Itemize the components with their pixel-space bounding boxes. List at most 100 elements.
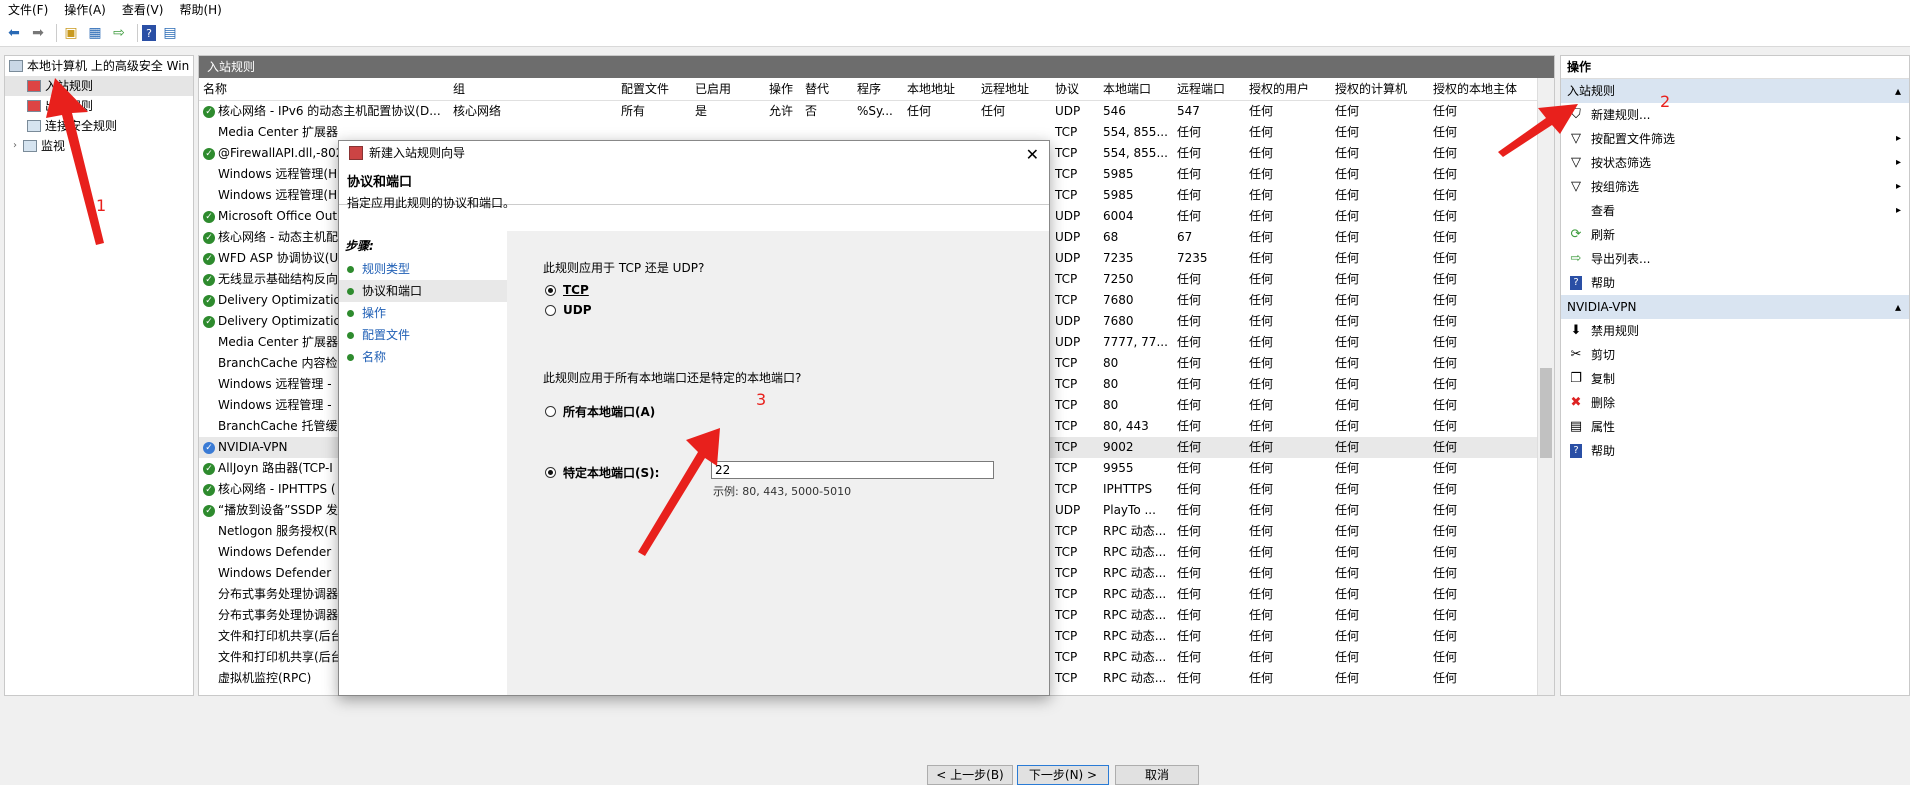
step-label: 协议和端口: [362, 284, 423, 298]
action-item[interactable]: ✖ 删除: [1561, 391, 1909, 415]
radio-unselected-icon[interactable]: [545, 406, 556, 417]
cell-proto: TCP: [1055, 650, 1078, 664]
cell-acomp: 任何: [1335, 209, 1360, 223]
menu-view[interactable]: 查看(V): [114, 0, 172, 20]
action-item[interactable]: ▽ 按配置文件筛选 ▸: [1561, 127, 1909, 151]
cell-auser: 任何: [1249, 356, 1274, 370]
table-row[interactable]: ✓ 核心网络 - IPv6 的动态主机配置协议(D... 核心网络 所有 是 允许否 %Sy…: [199, 101, 1554, 122]
annotation-number-1: 1: [96, 196, 107, 215]
column-header[interactable]: 远程地址: [977, 78, 1051, 100]
tree-item-monitoring[interactable]: › 监视: [5, 136, 193, 156]
inbound-rules-icon: [27, 80, 41, 92]
actions-pane: 操作 入站规则 ▴ ⛉ 新建规则... ▽ 按配置文件筛选 ▸ ▽ 按状态筛选 ▸ ▽ 按组筛选 ▸…: [1560, 55, 1910, 696]
action-item[interactable]: ▽ 按组筛选 ▸: [1561, 175, 1909, 199]
vertical-scrollbar[interactable]: [1537, 78, 1554, 695]
action-item[interactable]: ⇨ 导出列表...: [1561, 247, 1909, 271]
rule-name: Windows 远程管理(H: [218, 167, 338, 181]
column-header[interactable]: 远程端口: [1173, 78, 1245, 100]
action-item[interactable]: ⟳ 刷新: [1561, 223, 1909, 247]
back-arrow-icon[interactable]: ⬅: [4, 23, 24, 43]
cancel-button[interactable]: 取消: [1115, 765, 1199, 785]
show-hide-tree-icon[interactable]: ▦: [85, 23, 105, 43]
cell-acomp: 任何: [1335, 566, 1360, 580]
forward-arrow-icon[interactable]: ➡: [28, 23, 48, 43]
column-header[interactable]: 名称: [199, 78, 449, 100]
column-header[interactable]: 授权的计算机: [1331, 78, 1429, 100]
back-button[interactable]: < 上一步(B): [927, 765, 1013, 785]
specific-local-ports-radio[interactable]: 特定本地端口(S):: [545, 464, 659, 481]
radio-selected-icon[interactable]: [545, 467, 556, 478]
column-header[interactable]: 配置文件: [617, 78, 691, 100]
column-header[interactable]: 程序: [853, 78, 903, 100]
action-item[interactable]: ? 帮助: [1561, 439, 1909, 463]
rule-name: Windows Defender: [218, 545, 332, 559]
monitoring-icon: [23, 140, 37, 152]
cell-aprin: 任何: [1433, 587, 1458, 601]
menu-action[interactable]: 操作(A): [56, 0, 114, 20]
column-header[interactable]: 组: [449, 78, 617, 100]
cell-proto: TCP: [1055, 356, 1078, 370]
action-item[interactable]: ▽ 按状态筛选 ▸: [1561, 151, 1909, 175]
close-icon[interactable]: ✕: [1026, 143, 1039, 167]
menu-help[interactable]: 帮助(H): [171, 0, 229, 20]
next-button[interactable]: 下一步(N) >: [1017, 765, 1109, 785]
column-header[interactable]: 替代: [801, 78, 853, 100]
action-item[interactable]: ⛉ 新建规则...: [1561, 103, 1909, 127]
collapse-icon[interactable]: ▴: [1895, 295, 1901, 319]
export-icon[interactable]: ⇨: [109, 23, 129, 43]
cell-lport: 7680: [1103, 293, 1134, 307]
export-icon: ⇨: [1570, 251, 1582, 266]
scrollbar-thumb[interactable]: [1540, 368, 1552, 458]
action-item[interactable]: ▤ 属性: [1561, 415, 1909, 439]
action-item[interactable]: ✂ 剪切: [1561, 343, 1909, 367]
column-header[interactable]: 授权的本地主体: [1429, 78, 1539, 100]
action-label: 按配置文件筛选: [1591, 132, 1676, 146]
help-icon[interactable]: ?: [142, 25, 156, 41]
cell-remote: 任何: [981, 104, 1006, 118]
action-item[interactable]: ❐ 复制: [1561, 367, 1909, 391]
radio-selected-icon[interactable]: [545, 284, 556, 296]
cell-local: 任何: [907, 104, 932, 118]
action-pane-icon[interactable]: ▤: [160, 23, 180, 43]
action-label: 禁用规则: [1591, 324, 1640, 338]
step-protocol-and-ports[interactable]: 协议和端口: [339, 280, 507, 302]
rule-name: 核心网络 - 动态主机配: [218, 230, 338, 244]
radio-unselected-icon[interactable]: [545, 304, 556, 316]
column-header[interactable]: 本地地址: [903, 78, 977, 100]
action-item[interactable]: ? 帮助: [1561, 271, 1909, 295]
tree-item-connection-security-rules[interactable]: 连接安全规则: [5, 116, 193, 136]
action-item[interactable]: 查看 ▸: [1561, 199, 1909, 223]
step-name[interactable]: 名称: [339, 346, 507, 368]
cell-lport: 80: [1103, 377, 1119, 391]
tree-item-outbound-rules[interactable]: 出站规则: [5, 96, 193, 116]
wizard-content: 此规则应用于 TCP 还是 UDP? TCP UDP 此规则应用于所有本地端口还…: [507, 231, 1199, 785]
menu-file[interactable]: 文件(F): [0, 0, 56, 20]
column-header[interactable]: 本地端口: [1099, 78, 1173, 100]
cell-acomp: 任何: [1335, 524, 1360, 538]
column-header[interactable]: 协议: [1051, 78, 1099, 100]
column-header[interactable]: 操作: [765, 78, 801, 100]
step-action[interactable]: 操作: [339, 302, 507, 324]
up-folder-icon[interactable]: ▣: [61, 23, 81, 43]
tree-item-inbound-rules[interactable]: 入站规则: [5, 76, 193, 96]
all-local-ports-radio[interactable]: 所有本地端口(A): [545, 403, 655, 420]
cell-auser: 任何: [1249, 293, 1274, 307]
action-item[interactable]: ⬇ 禁用规则: [1561, 319, 1909, 343]
tree-root[interactable]: 本地计算机 上的高级安全 Win: [5, 56, 193, 76]
column-header[interactable]: 授权的用户: [1245, 78, 1331, 100]
actions-section-inbound-rules[interactable]: 入站规则 ▴: [1561, 79, 1909, 103]
specific-ports-input[interactable]: 22: [711, 461, 994, 479]
step-profile[interactable]: 配置文件: [339, 324, 507, 346]
expand-chevron-icon[interactable]: ›: [13, 136, 17, 156]
column-header[interactable]: 已启用: [691, 78, 765, 100]
cell-lport: 68: [1103, 230, 1119, 244]
cell-proto: TCP: [1055, 167, 1078, 181]
cell-lport: RPC 动态...: [1103, 566, 1167, 580]
step-rule-type[interactable]: 规则类型: [339, 258, 507, 280]
collapse-icon[interactable]: ▴: [1895, 79, 1901, 103]
tcp-radio[interactable]: TCP: [545, 283, 589, 297]
actions-section-nvidia-vpn[interactable]: NVIDIA-VPN ▴: [1561, 295, 1909, 319]
enabled-rule-icon: ✓: [203, 231, 215, 244]
cell-lport: 546: [1103, 104, 1126, 118]
udp-radio[interactable]: UDP: [545, 303, 592, 317]
